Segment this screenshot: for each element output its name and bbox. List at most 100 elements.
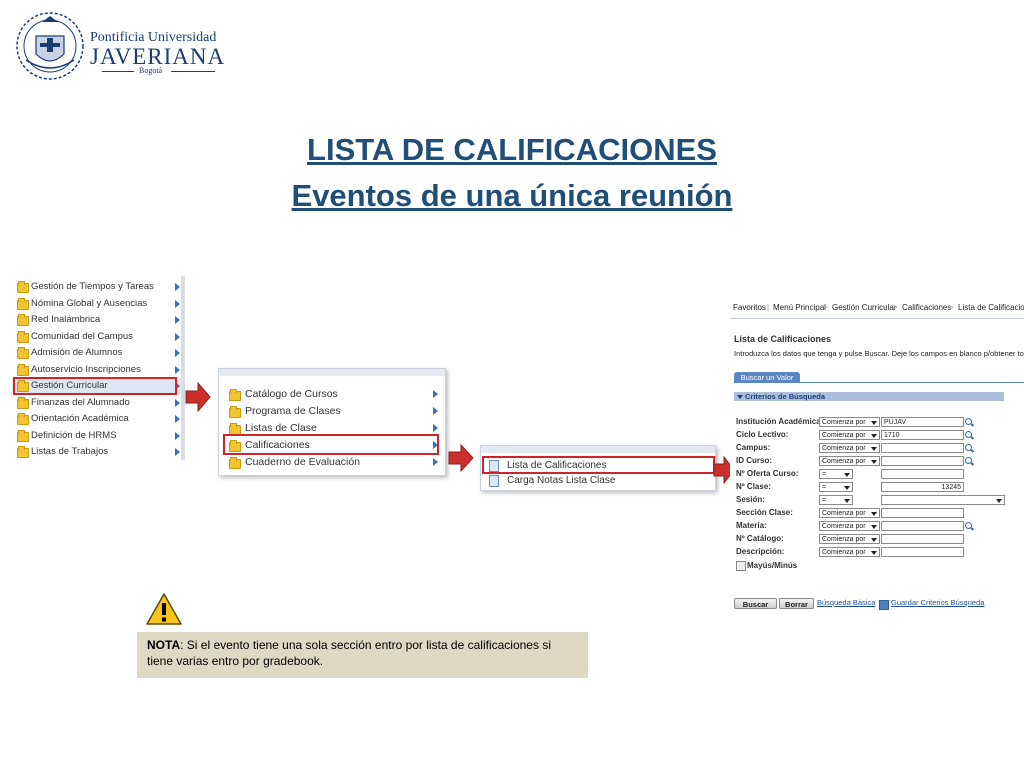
save-criteria-link[interactable]: Guardar Criterios Búsqueda <box>891 598 984 607</box>
field-label: Materia: <box>736 521 767 530</box>
field-label: Ciclo Lectivo: <box>736 430 789 439</box>
folder-icon <box>17 446 29 458</box>
lookup-icon[interactable] <box>965 444 972 451</box>
tab-buscar-valor[interactable]: Buscar un Valor <box>734 372 800 383</box>
operator-select[interactable]: Comienza por <box>819 417 880 427</box>
field-label: ID Curso: <box>736 456 772 465</box>
field-label: Sección Clase: <box>736 508 793 517</box>
highlight-calificaciones <box>223 434 439 455</box>
lookup-icon[interactable] <box>965 431 972 438</box>
menu-item-admision-alumnos[interactable]: Admisión de Alumnos <box>12 345 182 361</box>
collapse-icon <box>737 395 743 399</box>
menu-item-comunidad-campus[interactable]: Comunidad del Campus <box>12 329 182 345</box>
highlight-gestion-curricular <box>13 377 177 395</box>
materia-input[interactable] <box>881 521 964 531</box>
chevron-right-icon <box>175 366 180 374</box>
submenu-header-bar <box>219 369 445 376</box>
chevron-right-icon <box>175 333 180 341</box>
instructions-text: Introduzca los datos que tenga y pulse B… <box>734 349 1024 358</box>
case-sensitive-checkbox[interactable] <box>736 561 746 571</box>
slide-title: LISTA DE CALIFICACIONES <box>307 132 717 167</box>
breadcrumb: Favoritos | Menú Principal > Gestión Cur… <box>730 296 1024 319</box>
field-label: Sesión: <box>736 495 765 504</box>
menu-item-definicion-hrms[interactable]: Definición de HRMS <box>12 428 182 444</box>
operator-select[interactable]: Comienza por <box>819 547 880 557</box>
operator-select[interactable]: Comienza por <box>819 534 880 544</box>
basic-search-link[interactable]: Búsqueda Básica <box>817 598 875 607</box>
lookup-icon[interactable] <box>965 457 972 464</box>
nro-clase-input[interactable]: 13245 <box>881 482 964 492</box>
highlight-lista-calificaciones <box>482 456 715 474</box>
menu-item-gestion-tiempos[interactable]: Gestión de Tiempos y Tareas <box>12 279 182 295</box>
sesion-select[interactable] <box>881 495 1005 505</box>
submenu-item-programa[interactable]: Programa de Clases <box>219 403 441 420</box>
note-text: : Si el evento tiene una sola sección en… <box>147 638 551 668</box>
folder-icon <box>229 457 241 469</box>
id-curso-input[interactable] <box>881 456 964 466</box>
chevron-right-icon <box>175 300 180 308</box>
field-label: Nº Oferta Curso: <box>736 469 799 478</box>
operator-select[interactable]: = <box>819 482 853 492</box>
lookup-icon[interactable] <box>965 522 972 529</box>
breadcrumb-favoritos[interactable]: Favoritos <box>733 303 766 312</box>
search-form-panel: Favoritos | Menú Principal > Gestión Cur… <box>730 296 1024 616</box>
folder-icon <box>229 406 241 418</box>
field-label: Campus: <box>736 443 771 452</box>
menu-item-listas-trabajos[interactable]: Listas de Trabajos <box>12 444 182 460</box>
save-icon[interactable] <box>879 600 889 610</box>
chevron-right-icon <box>175 399 180 407</box>
field-label: Descripción: <box>736 547 785 556</box>
section-header[interactable]: Criterios de Búsqueda <box>734 392 1004 401</box>
folder-icon <box>17 281 29 293</box>
oferta-curso-input[interactable] <box>881 469 964 479</box>
descripcion-input[interactable] <box>881 547 964 557</box>
submenu-item-catalogo[interactable]: Catálogo de Cursos <box>219 386 441 403</box>
logo-line3: Bogotá <box>139 66 163 75</box>
submenu2-item-carga-notas[interactable]: Carga Notas Lista Clase <box>481 473 711 488</box>
search-button[interactable]: Buscar <box>734 598 777 609</box>
ciclo-lectivo-input[interactable]: 1710 <box>881 430 964 440</box>
operator-select[interactable]: Comienza por <box>819 443 880 453</box>
submenu2-header-bar <box>481 446 715 453</box>
operator-select[interactable]: Comienza por <box>819 508 880 518</box>
clear-button[interactable]: Borrar <box>779 598 814 609</box>
menu-item-finanzas[interactable]: Finanzas del Alumnado <box>12 395 182 411</box>
folder-icon <box>17 298 29 310</box>
menu-item-orientacion[interactable]: Orientación Académica <box>12 411 182 427</box>
chevron-right-icon <box>175 432 180 440</box>
submenu-panel: Catálogo de Cursos Programa de Clases Li… <box>218 368 446 476</box>
breadcrumb-lista-calificaciones[interactable]: Lista de Calificaciones <box>958 303 1024 312</box>
folder-icon <box>17 314 29 326</box>
chevron-right-icon <box>175 415 180 423</box>
tab-underline <box>800 382 1024 383</box>
breadcrumb-calificaciones[interactable]: Calificaciones <box>902 303 951 312</box>
campus-input[interactable] <box>881 443 964 453</box>
note-label: NOTA <box>147 638 181 652</box>
note-box: NOTA: Si el evento tiene una sola secció… <box>137 632 588 678</box>
folder-icon <box>229 389 241 401</box>
operator-select[interactable]: Comienza por <box>819 456 880 466</box>
folder-icon <box>17 413 29 425</box>
operator-select[interactable]: = <box>819 495 853 505</box>
menu-item-autoservicio[interactable]: Autoservicio Inscripciones <box>12 362 182 378</box>
institucion-input[interactable]: PUJAV <box>881 417 964 427</box>
chevron-right-icon <box>433 458 438 466</box>
red-arrow-icon <box>185 382 211 412</box>
menu-item-nomina-global[interactable]: Nómina Global y Ausencias <box>12 296 182 312</box>
menu-item-red-inalambrica[interactable]: Red Inalámbrica <box>12 312 182 328</box>
breadcrumb-menu-principal[interactable]: Menú Principal <box>773 303 826 312</box>
operator-select[interactable]: Comienza por <box>819 521 880 531</box>
folder-icon <box>17 364 29 376</box>
catalogo-input[interactable] <box>881 534 964 544</box>
field-label: Institución Académica: <box>736 417 824 426</box>
breadcrumb-gestion-curricular[interactable]: Gestión Curricular <box>832 303 896 312</box>
operator-select[interactable]: = <box>819 469 853 479</box>
seccion-clase-input[interactable] <box>881 508 964 518</box>
chevron-right-icon <box>175 283 180 291</box>
warning-icon <box>146 593 182 625</box>
lookup-icon[interactable] <box>965 418 972 425</box>
submenu-item-cuaderno[interactable]: Cuaderno de Evaluación <box>219 454 441 471</box>
operator-select[interactable]: Comienza por <box>819 430 880 440</box>
folder-icon <box>17 347 29 359</box>
folder-icon <box>17 430 29 442</box>
